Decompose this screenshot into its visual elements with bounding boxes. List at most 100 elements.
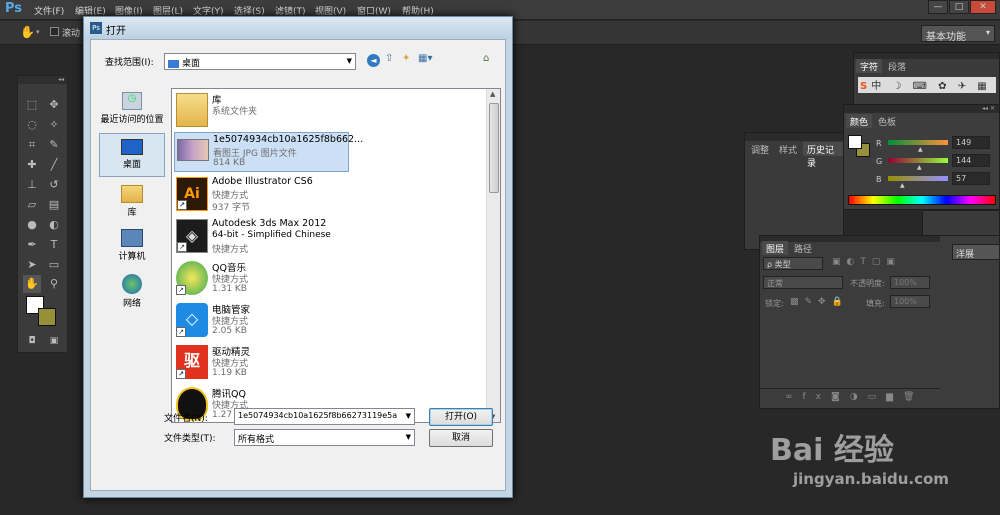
brush-tool-icon[interactable]: ╱ <box>45 156 63 174</box>
g-label: G <box>876 157 883 166</box>
open-button[interactable]: 打开(O) <box>429 408 493 426</box>
workspace-select[interactable]: 基本功能 ▾ <box>921 25 995 43</box>
library-icon <box>121 185 143 203</box>
view-menu-icon[interactable]: ▦▾ <box>418 53 432 64</box>
up-folder-icon[interactable]: ⇧ <box>385 53 393 64</box>
place-computer[interactable]: 计算机 <box>99 226 165 268</box>
eraser-tool-icon[interactable]: ▱ <box>23 196 41 214</box>
eyedropper-icon[interactable]: ✎ <box>45 136 63 154</box>
file-item-qqmusic[interactable]: ↗ QQ音乐 快捷方式 1.31 KB <box>174 259 349 299</box>
r-slider-thumb-icon[interactable]: ▲ <box>918 146 923 153</box>
lock-icons[interactable]: ▩✎✥🔒 <box>790 297 849 307</box>
lookin-select[interactable]: 桌面 ▼ <box>164 53 356 70</box>
r-slider[interactable] <box>888 140 948 145</box>
filename-label: 文件名(N): <box>164 414 208 424</box>
file-name: Autodesk 3ds Max 2012 <box>212 218 327 229</box>
illustrator-icon: Ai ↗ <box>176 177 208 211</box>
layer-kind-filter[interactable]: ρ 类型 <box>763 257 823 270</box>
tab-paths[interactable]: 路径 <box>790 241 816 255</box>
panel-grip <box>745 133 843 141</box>
filetype-select[interactable]: 所有格式 ▼ <box>234 429 415 446</box>
g-value-field[interactable]: 144 <box>952 154 990 167</box>
color-foreground-swatch[interactable] <box>848 135 862 149</box>
minimize-button[interactable]: — <box>928 0 948 14</box>
tab-adjustments[interactable]: 调整 <box>747 142 773 156</box>
tab-character[interactable]: 字符 <box>856 59 883 73</box>
desktop-icon <box>121 139 143 155</box>
scroll-thumb[interactable] <box>489 103 499 193</box>
tab-swatches[interactable]: 色板 <box>874 114 900 128</box>
network-icon <box>122 274 142 294</box>
crop-tool-icon[interactable]: ⌗ <box>23 136 41 154</box>
zoom-tool-icon[interactable]: ⚲ <box>45 275 63 293</box>
partial-right-control[interactable]: 洋展 <box>952 244 1000 260</box>
stamp-tool-icon[interactable]: ⊥ <box>23 176 41 194</box>
place-library[interactable]: 库 <box>99 182 165 224</box>
back-icon[interactable]: ◄ <box>367 54 380 67</box>
place-recent[interactable]: ◷ 最近访问的位置 <box>99 88 165 130</box>
shortcut-arrow-icon: ↗ <box>176 327 186 337</box>
cancel-button[interactable]: 取消 <box>429 429 493 447</box>
folder-up-icon[interactable]: ⌂ <box>483 53 489 64</box>
quick-mask-icon[interactable]: ◘ <box>23 332 41 350</box>
file-name: Adobe Illustrator CS6 <box>212 176 313 187</box>
toolbox-collapse-icon[interactable]: ◂◂ <box>18 76 67 84</box>
g-slider-thumb-icon[interactable]: ▲ <box>917 164 922 171</box>
color-panel: ◂◂ ✕ 颜色 色板 R ▲ 149 G ▲ 144 B ▲ 57 <box>843 104 1000 210</box>
maximize-button[interactable]: □ <box>949 0 969 14</box>
gradient-tool-icon[interactable]: ▤ <box>45 196 63 214</box>
background-color-swatch[interactable] <box>38 308 56 326</box>
g-slider[interactable] <box>888 158 948 163</box>
magic-wand-icon[interactable]: ✧ <box>45 116 63 134</box>
lasso-tool-icon[interactable]: ◌ <box>23 116 41 134</box>
b-slider[interactable] <box>888 176 948 181</box>
blend-mode-select[interactable]: 正常 <box>763 276 843 289</box>
scroll-up-icon[interactable]: ▲ <box>490 90 495 98</box>
layers-footer-icons[interactable]: ∞fx◙◑▭▆🗑 <box>760 388 940 406</box>
new-folder-icon[interactable]: ✦ <box>402 53 410 64</box>
filename-input[interactable]: 1e5074934cb10a1625f8b66273119e5a ▼ <box>234 408 415 425</box>
path-select-icon[interactable]: ➤ <box>23 256 41 274</box>
place-desktop[interactable]: 桌面 <box>99 133 165 177</box>
lock-label: 锁定: <box>765 299 784 308</box>
blur-tool-icon[interactable]: ● <box>23 216 41 234</box>
file-item-library[interactable]: 库 系统文件夹 <box>174 91 349 131</box>
history-brush-icon[interactable]: ↺ <box>45 176 63 194</box>
color-spectrum-ramp[interactable] <box>848 195 996 205</box>
dodge-tool-icon[interactable]: ◐ <box>45 216 63 234</box>
close-button[interactable]: ✕ <box>970 0 996 14</box>
place-network[interactable]: 网络 <box>99 271 165 313</box>
menu-file[interactable]: 文件(F) <box>34 4 64 17</box>
opacity-field[interactable]: 100% <box>890 276 930 289</box>
hand-tool-button-icon[interactable]: ✋ <box>23 275 41 293</box>
tab-styles[interactable]: 样式 <box>775 142 801 156</box>
file-list: 库 系统文件夹 1e5074934cb10a1625f8b662... 看图王 … <box>171 88 501 423</box>
marquee-tool-icon[interactable]: ⬚ <box>23 96 41 114</box>
healing-brush-icon[interactable]: ✚ <box>23 156 41 174</box>
move-tool-icon[interactable]: ✥ <box>45 96 63 114</box>
type-tool-icon[interactable]: T <box>45 236 63 254</box>
pen-tool-icon[interactable]: ✒ <box>23 236 41 254</box>
file-item-driver-genius[interactable]: 驱 ↗ 驱动精灵 快捷方式 1.19 KB <box>174 343 349 383</box>
r-value-field[interactable]: 149 <box>952 136 990 149</box>
ime-toolbar[interactable]: S中 ☽ ⌨ ✿ ✈ ▦ <box>858 77 996 93</box>
file-item-3dsmax[interactable]: ◈ ↗ Autodesk 3ds Max 2012 64-bit - Simpli… <box>174 217 349 257</box>
layer-filter-icons[interactable]: ▣◐T▢▣ <box>832 257 901 267</box>
file-item-jpg[interactable]: 1e5074934cb10a1625f8b662... 看图王 JPG 图片文件… <box>174 132 363 172</box>
lookin-label: 查找范围(I): <box>105 58 154 68</box>
tab-color[interactable]: 颜色 <box>846 114 873 128</box>
file-item-illustrator[interactable]: Ai ↗ Adobe Illustrator CS6 快捷方式 937 字节 <box>174 175 349 215</box>
screen-mode-icon[interactable]: ▣ <box>45 332 63 350</box>
file-list-scrollbar[interactable]: ▲ ▼ <box>486 89 500 422</box>
file-item-pcmanager[interactable]: ◇ ↗ 电脑管家 快捷方式 2.05 KB <box>174 301 349 341</box>
tool-preset-chevron-icon[interactable]: ▾ <box>36 28 40 36</box>
panel-collapse-icon[interactable]: ◂◂ ✕ <box>844 105 999 113</box>
tab-layers[interactable]: 图层 <box>762 241 789 255</box>
tab-history[interactable]: 历史记录 <box>803 142 843 169</box>
b-slider-thumb-icon[interactable]: ▲ <box>900 182 905 189</box>
shape-tool-icon[interactable]: ▭ <box>45 256 63 274</box>
scroll-all-checkbox[interactable] <box>50 27 59 36</box>
tab-paragraph[interactable]: 段落 <box>884 59 910 73</box>
fill-field[interactable]: 100% <box>890 295 930 308</box>
b-value-field[interactable]: 57 <box>952 172 990 185</box>
